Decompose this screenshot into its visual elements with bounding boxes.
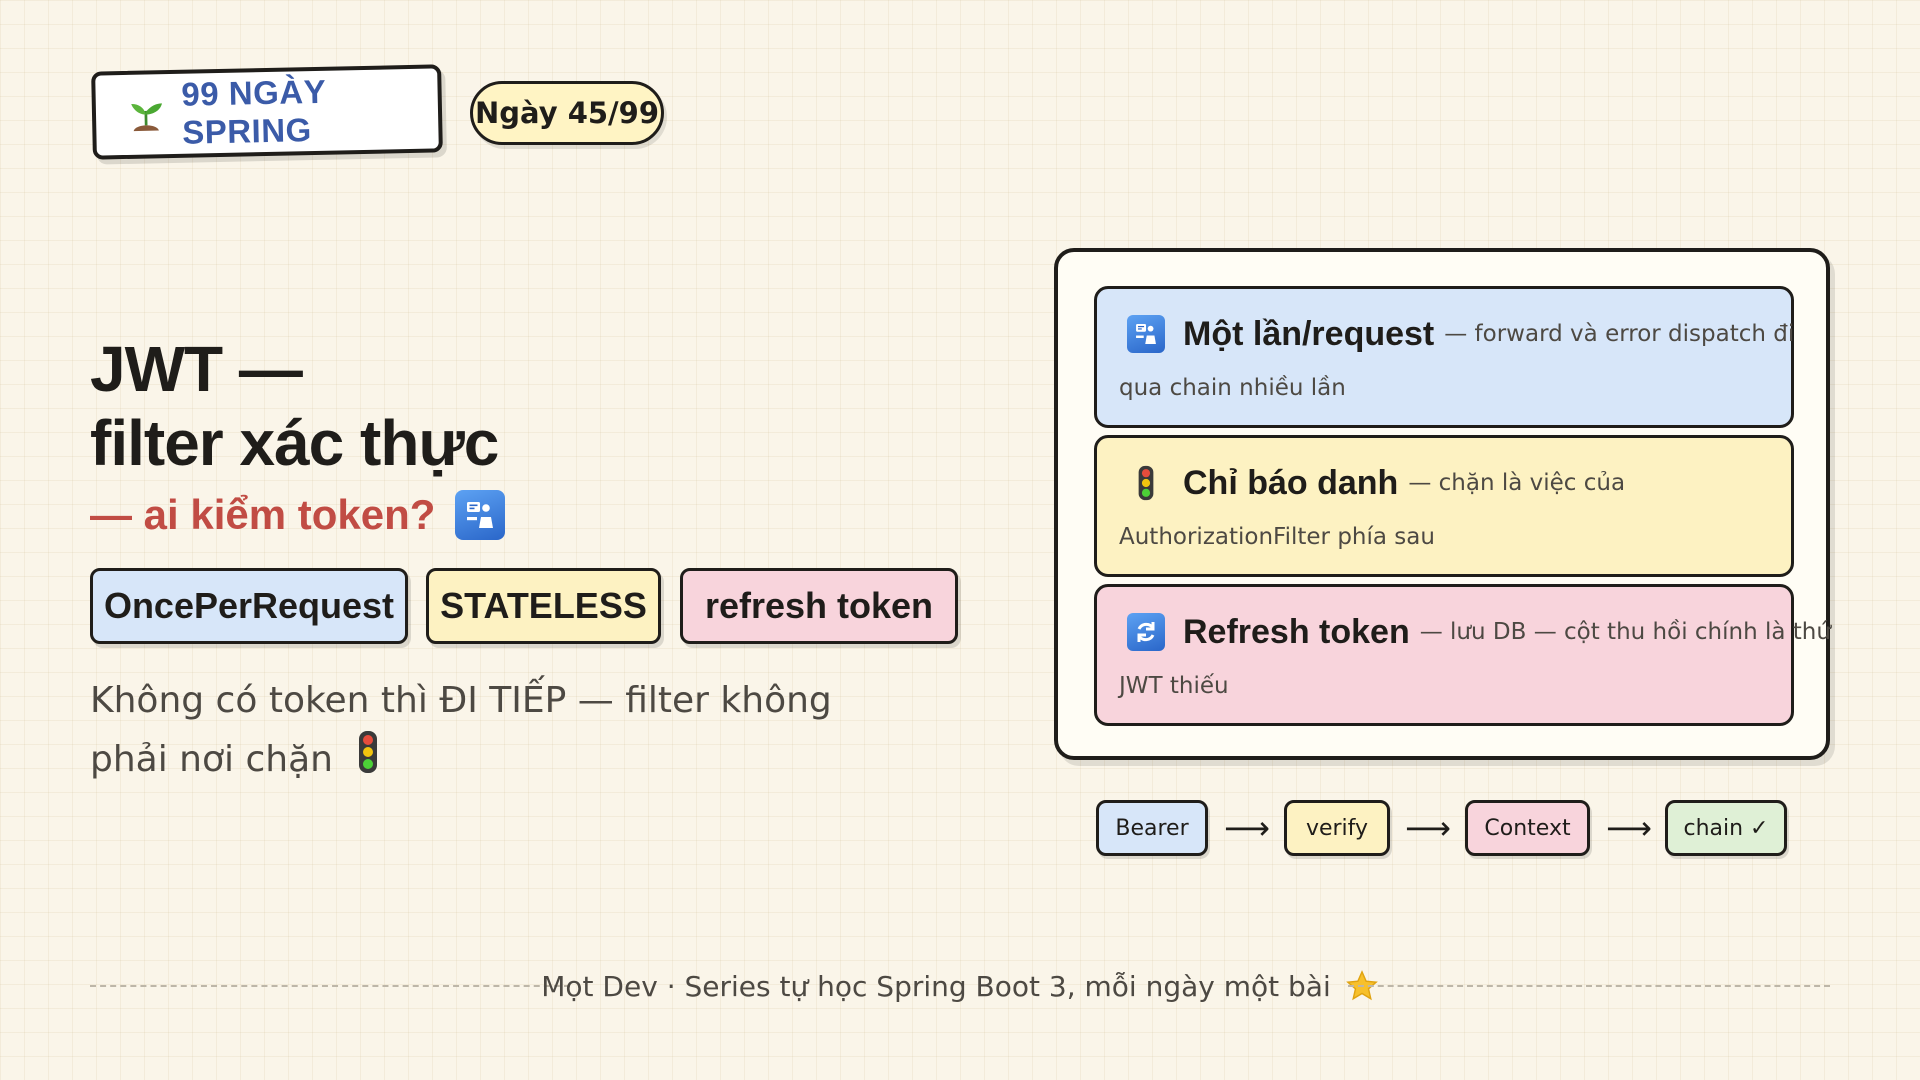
brand-title: 99 NGÀY SPRING — [181, 72, 326, 151]
card-desc: — chặn là việc của — [1408, 470, 1626, 496]
subtitle-text: — ai kiểm token? — [90, 491, 436, 538]
title-line-2: filter xác thực — [90, 407, 499, 479]
title-line-1: JWT — — [90, 333, 303, 405]
card-desc-continued: JWT thiếu — [1119, 673, 1229, 699]
card-refresh-token: Refresh token — lưu DB — cột thu hồi chí… — [1094, 584, 1831, 726]
card-desc-continued: qua chain nhiều lần — [1119, 375, 1346, 401]
footer-divider-right — [1348, 985, 1830, 987]
flow-arrow-icon: ⟶ — [1405, 809, 1451, 847]
refresh-icon — [1127, 613, 1165, 651]
card-only-identify: Chỉ báo danh — chặn là việc của Authoriz… — [1094, 435, 1794, 577]
passport-control-icon — [1127, 315, 1165, 353]
flow-step-bearer: Bearer — [1096, 800, 1208, 856]
flow-arrow-icon: ⟶ — [1606, 809, 1652, 847]
card-desc: — forward và error dispatch đi — [1444, 321, 1795, 347]
flow-step-chain: chain ✓ — [1665, 800, 1787, 856]
series-brand-badge: 99 NGÀY SPRING — [91, 64, 443, 160]
footer-divider-left — [90, 985, 570, 987]
page-subtitle: — ai kiểm token? — [90, 490, 506, 540]
footer: Mọt Dev · Series tự học Spring Boot 3, m… — [541, 966, 1378, 1006]
traffic-light-icon — [357, 730, 379, 792]
tag-refresh-token: refresh token — [680, 568, 958, 644]
tag-stateless: STATELESS — [426, 568, 661, 644]
page-title: JWT — filter xác thực — [90, 332, 499, 480]
card-desc: — lưu DB — cột thu hồi chính là thứ — [1419, 619, 1831, 645]
description-text: Không có token thì ĐI TIẾP — filter khôn… — [90, 680, 832, 780]
key-points-panel: Một lần/request — forward và error dispa… — [1054, 248, 1831, 760]
card-title: Refresh token — [1183, 612, 1410, 651]
card-desc-continued: AuthorizationFilter phía sau — [1119, 524, 1435, 550]
footer-text: Mọt Dev · Series tự học Spring Boot 3, m… — [541, 969, 1331, 1003]
card-title: Chỉ báo danh — [1183, 463, 1399, 502]
card-title: Một lần/request — [1183, 314, 1435, 353]
flow-step-verify: verify — [1284, 800, 1390, 856]
seedling-icon — [131, 103, 162, 132]
flow-arrow-icon: ⟶ — [1224, 809, 1270, 847]
card-once-per-request: Một lần/request — forward và error dispa… — [1094, 286, 1794, 428]
description: Không có token thì ĐI TIẾP — filter khôn… — [90, 672, 910, 792]
day-counter-badge: Ngày 45/99 — [470, 81, 664, 145]
flow-step-context: Context — [1465, 800, 1590, 856]
traffic-light-icon — [1127, 464, 1165, 502]
tag-once-per-request: OncePerRequest — [90, 568, 408, 644]
passport-control-icon — [455, 490, 506, 540]
